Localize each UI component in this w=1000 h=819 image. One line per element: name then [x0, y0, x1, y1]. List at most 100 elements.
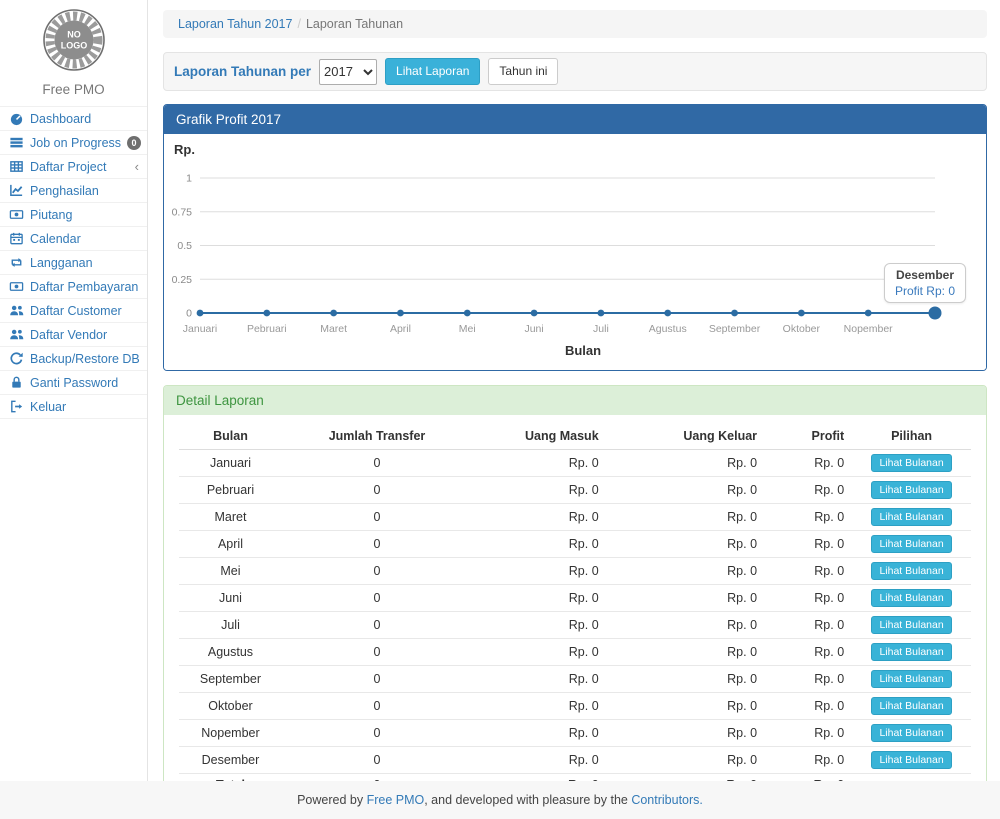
lihat-laporan-button[interactable]: Lihat Laporan — [385, 58, 480, 85]
y-tick-label: 0.75 — [172, 206, 193, 218]
content-wrapper: NO LOGO Free PMO DashboardJob on Progres… — [0, 0, 1000, 781]
tooltip-value: Profit Rp: 0 — [895, 284, 955, 298]
table-cell: 0 — [282, 639, 472, 666]
table-cell: Rp. 0 — [472, 666, 607, 693]
table-cell: Oktober — [179, 693, 282, 720]
table-cell: 0 — [282, 477, 472, 504]
x-tick-label: September — [709, 323, 761, 335]
table-cell: Rp. 0 — [472, 504, 607, 531]
data-point-pebruari[interactable] — [263, 310, 270, 317]
lihat-bulanan-button[interactable]: Lihat Bulanan — [871, 508, 951, 526]
sidebar-item-daftar-customer[interactable]: Daftar Customer — [0, 298, 147, 322]
y-tick-label: 1 — [186, 173, 192, 185]
lihat-bulanan-button[interactable]: Lihat Bulanan — [871, 616, 951, 634]
lihat-bulanan-button[interactable]: Lihat Bulanan — [871, 697, 951, 715]
column-header: Jumlah Transfer — [282, 423, 472, 450]
table-cell: Rp. 0 — [472, 720, 607, 747]
table-row: Juli0Rp. 0Rp. 0Rp. 0Lihat Bulanan — [179, 612, 971, 639]
table-row: Januari0Rp. 0Rp. 0Rp. 0Lihat Bulanan — [179, 450, 971, 477]
chart-panel: Grafik Profit 2017 Rp.00.250.50.751Janua… — [163, 104, 987, 371]
dashboard-icon — [9, 111, 24, 126]
sidebar-item-daftar-vendor[interactable]: Daftar Vendor — [0, 322, 147, 346]
table-cell: Mei — [179, 558, 282, 585]
profit-chart-svg: Rp.00.250.50.751JanuariPebruariMaretApri… — [170, 140, 970, 370]
lihat-bulanan-button[interactable]: Lihat Bulanan — [871, 724, 951, 742]
data-point-mei[interactable] — [464, 310, 471, 317]
sidebar-item-label: Dashboard — [30, 112, 91, 126]
x-tick-label: Mei — [459, 323, 476, 335]
x-tick-label: Nopember — [844, 323, 894, 335]
sidebar-item-label: Job on Progress — [30, 136, 121, 150]
breadcrumb-link[interactable]: Laporan Tahun 2017 — [178, 17, 292, 31]
table-cell: Maret — [179, 504, 282, 531]
table-cell: Rp. 0 — [472, 693, 607, 720]
table-cell: Rp. 0 — [765, 693, 852, 720]
year-select[interactable]: 2017 — [319, 59, 377, 85]
lihat-bulanan-button[interactable]: Lihat Bulanan — [871, 589, 951, 607]
sidebar-item-dashboard[interactable]: Dashboard — [0, 106, 147, 130]
sidebar-item-label: Daftar Vendor — [30, 328, 107, 342]
column-header: Bulan — [179, 423, 282, 450]
lihat-bulanan-button[interactable]: Lihat Bulanan — [871, 481, 951, 499]
table-cell: Rp. 0 — [765, 558, 852, 585]
data-point-oktober[interactable] — [798, 310, 805, 317]
data-point-januari[interactable] — [197, 310, 204, 317]
lihat-bulanan-button[interactable]: Lihat Bulanan — [871, 751, 951, 769]
sidebar-item-daftar-project[interactable]: Daftar Project‹ — [0, 154, 147, 178]
users-icon — [9, 327, 24, 342]
table-cell: Rp. 0 — [765, 450, 852, 477]
y-tick-label: 0.5 — [177, 240, 192, 252]
users-icon — [9, 303, 24, 318]
sidebar-item-calendar[interactable]: Calendar — [0, 226, 147, 250]
chevron-left-icon: ‹ — [135, 160, 139, 173]
lihat-bulanan-button[interactable]: Lihat Bulanan — [871, 670, 951, 688]
free-pmo-link[interactable]: Free PMO — [367, 793, 425, 807]
data-point-agustus[interactable] — [664, 310, 671, 317]
lihat-bulanan-button[interactable]: Lihat Bulanan — [871, 643, 951, 661]
table-cell: Rp. 0 — [765, 720, 852, 747]
table-cell: Rp. 0 — [472, 477, 607, 504]
sidebar-item-job-on-progress[interactable]: Job on Progress 0 — [0, 130, 147, 154]
data-point-maret[interactable] — [330, 310, 337, 317]
data-point-juni[interactable] — [531, 310, 538, 317]
detail-panel: Detail Laporan BulanJumlah TransferUang … — [163, 385, 987, 811]
data-point-april[interactable] — [397, 310, 404, 317]
sidebar-item-label: Penghasilan — [30, 184, 99, 198]
data-point-juli[interactable] — [598, 310, 605, 317]
data-point-desember[interactable] — [929, 307, 942, 320]
contributors-link[interactable]: Contributors. — [631, 793, 703, 807]
lihat-bulanan-button[interactable]: Lihat Bulanan — [871, 562, 951, 580]
svg-text:NO: NO — [67, 30, 81, 40]
count-badge: 0 — [127, 136, 141, 150]
table-cell: Rp. 0 — [765, 477, 852, 504]
tahun-ini-button[interactable]: Tahun ini — [488, 58, 558, 85]
retweet-icon — [9, 255, 24, 270]
sidebar-item-label: Piutang — [30, 208, 72, 222]
table-cell: Rp. 0 — [765, 531, 852, 558]
table-icon — [9, 159, 24, 174]
filter-label: Laporan Tahunan per — [174, 64, 311, 79]
lihat-bulanan-button[interactable]: Lihat Bulanan — [871, 454, 951, 472]
lihat-bulanan-button[interactable]: Lihat Bulanan — [871, 535, 951, 553]
sidebar-item-label: Ganti Password — [30, 376, 118, 390]
svg-text:LOGO: LOGO — [60, 41, 87, 51]
sidebar-item-daftar-pembayaran[interactable]: Daftar Pembayaran — [0, 274, 147, 298]
table-cell: 0 — [282, 450, 472, 477]
sidebar-item-keluar[interactable]: Keluar — [0, 394, 147, 419]
profit-chart: Rp.00.250.50.751JanuariPebruariMaretApri… — [164, 134, 986, 370]
sign-out-icon — [9, 399, 24, 414]
sidebar-item-penghasilan[interactable]: Penghasilan — [0, 178, 147, 202]
data-point-nopember[interactable] — [865, 310, 872, 317]
x-tick-label: Januari — [183, 323, 217, 335]
table-cell: Rp. 0 — [607, 639, 765, 666]
x-tick-label: April — [390, 323, 411, 335]
sidebar-item-ganti-password[interactable]: Ganti Password — [0, 370, 147, 394]
table-row: Maret0Rp. 0Rp. 0Rp. 0Lihat Bulanan — [179, 504, 971, 531]
sidebar-item-piutang[interactable]: Piutang — [0, 202, 147, 226]
sidebar-item-langganan[interactable]: Langganan — [0, 250, 147, 274]
data-point-september[interactable] — [731, 310, 738, 317]
table-cell: Rp. 0 — [472, 747, 607, 774]
sidebar-item-backup-restore-db[interactable]: Backup/Restore DB — [0, 346, 147, 370]
table-cell: Rp. 0 — [472, 558, 607, 585]
lock-icon — [9, 375, 24, 390]
